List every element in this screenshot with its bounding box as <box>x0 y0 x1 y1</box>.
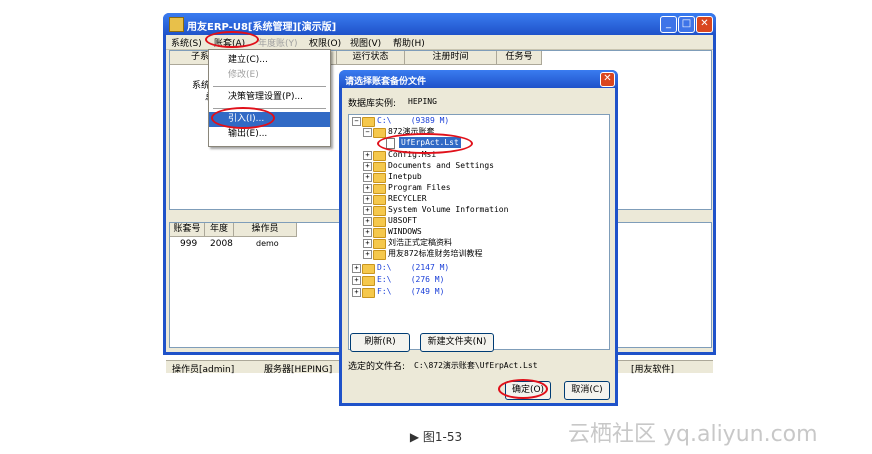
watermark: 云栖社区 yq.aliyun.com <box>568 422 818 447</box>
col-register-time[interactable]: 注册时间 <box>405 51 497 65</box>
tree-folder[interactable]: 用友872标准财务培训教程 <box>388 248 482 259</box>
expand-icon[interactable]: + <box>363 228 372 237</box>
selected-file-path: C:\872演示账套\UfErpAct.Lst <box>414 361 538 370</box>
dialog-title-bar[interactable]: 请选择账套备份文件 ✕ <box>339 70 618 88</box>
expand-icon[interactable]: + <box>363 250 372 259</box>
folder-icon <box>373 173 386 183</box>
tree-folder[interactable]: U8SOFT <box>388 215 417 226</box>
collapse-icon[interactable]: − <box>352 117 361 126</box>
c-drive-name: C:\ <box>377 116 392 125</box>
selected-file-label: 选定的文件名: <box>348 362 406 372</box>
menu-item-create[interactable]: 建立(C)... <box>209 53 330 68</box>
expand-icon[interactable]: + <box>363 195 372 204</box>
col-task-no[interactable]: 任务号 <box>497 51 542 65</box>
maximize-icon[interactable]: □ <box>678 16 695 33</box>
close-icon[interactable]: ✕ <box>696 16 713 33</box>
drive-icon <box>362 264 375 274</box>
tree-folder[interactable]: Documents and Settings <box>388 160 494 171</box>
menu-item-modify[interactable]: 修改(E) <box>209 68 330 83</box>
e-drive-size: (276 M) <box>410 275 445 284</box>
cell-account-no[interactable]: 999 <box>180 239 197 249</box>
tree-folder[interactable]: Program Files <box>388 182 451 193</box>
folder-icon <box>373 239 386 249</box>
refresh-button[interactable]: 刷新(R) <box>350 333 410 352</box>
expand-icon[interactable]: + <box>363 173 372 182</box>
main-window-title: 用友ERP-U8[系统管理][演示版] <box>187 22 337 33</box>
status-operator: 操作员[admin] <box>172 365 235 375</box>
account-menu-dropdown: 建立(C)... 修改(E) 决策管理设置(P)... 引入(I)... 输出(… <box>208 49 331 147</box>
d-drive-size: (2147 M) <box>410 263 450 272</box>
tree-folder[interactable]: Inetpub <box>388 171 422 182</box>
col-operator[interactable]: 操作员 <box>234 223 297 237</box>
highlight-selected-file <box>377 133 473 154</box>
menu-item-decision-settings[interactable]: 决策管理设置(P)... <box>209 90 330 105</box>
e-drive-name: E:\ <box>377 275 392 284</box>
expand-icon[interactable]: + <box>363 217 372 226</box>
drive-icon <box>362 288 375 298</box>
tree-folder[interactable]: RECYCLER <box>388 193 427 204</box>
menu-separator <box>213 86 326 87</box>
folder-icon <box>373 206 386 216</box>
cell-operator[interactable]: demo <box>256 239 279 248</box>
menu-permission[interactable]: 权限(O) <box>309 36 341 49</box>
menu-item-export[interactable]: 输出(E)... <box>209 127 330 142</box>
expand-icon[interactable]: + <box>352 276 361 285</box>
new-folder-button[interactable]: 新建文件夹(N) <box>420 333 494 352</box>
cell-year[interactable]: 2008 <box>210 239 233 249</box>
backup-file-dialog: 请选择账套备份文件 ✕ 数据库实例: HEPING − C:\ (9389 M)… <box>339 70 618 406</box>
tree-folder[interactable]: 刘浩正式定稿资料 <box>388 237 452 248</box>
expand-icon[interactable]: + <box>363 184 372 193</box>
folder-icon <box>373 151 386 161</box>
status-vendor: [用友软件] <box>631 365 675 375</box>
expand-icon[interactable]: + <box>363 151 372 160</box>
menu-help[interactable]: 帮助(H) <box>393 36 425 49</box>
folder-icon <box>373 162 386 172</box>
expand-icon[interactable]: + <box>352 288 361 297</box>
expand-icon[interactable]: + <box>352 264 361 273</box>
tree-folder[interactable]: WINDOWS <box>388 226 422 237</box>
tree-c-drive[interactable]: C:\ (9389 M) <box>377 115 449 126</box>
highlight-menu-account <box>205 31 259 48</box>
tree-folder[interactable]: System Volume Information <box>388 204 508 215</box>
f-drive-name: F:\ <box>377 287 392 296</box>
menu-system[interactable]: 系统(S) <box>171 36 202 49</box>
col-account-no[interactable]: 账套号 <box>170 223 205 237</box>
tree-e-drive[interactable]: E:\ (276 M) <box>377 274 444 285</box>
expand-icon[interactable]: + <box>363 162 372 171</box>
cancel-button[interactable]: 取消(C) <box>564 381 610 400</box>
dialog-close-icon[interactable]: ✕ <box>600 72 615 87</box>
folder-icon <box>373 184 386 194</box>
c-drive-size: (9389 M) <box>410 116 450 125</box>
drive-icon <box>362 117 375 127</box>
folder-icon <box>373 195 386 205</box>
dialog-title: 请选择账套备份文件 <box>345 77 427 87</box>
minimize-icon[interactable]: _ <box>660 16 677 33</box>
col-run-status[interactable]: 运行状态 <box>337 51 405 65</box>
d-drive-name: D:\ <box>377 263 392 272</box>
app-icon <box>169 17 184 32</box>
f-drive-size: (749 M) <box>410 287 445 296</box>
menu-year-account[interactable]: 年度账(Y) <box>258 36 298 49</box>
db-instance-value: HEPING <box>408 97 437 106</box>
highlight-ok-button <box>498 379 548 399</box>
folder-icon <box>373 250 386 260</box>
folder-icon <box>373 228 386 238</box>
expand-icon[interactable]: + <box>363 239 372 248</box>
drive-icon <box>362 276 375 286</box>
expand-icon[interactable]: + <box>363 206 372 215</box>
status-server: 服务器[HEPING] <box>264 365 333 375</box>
db-instance-label: 数据库实例: <box>348 99 397 109</box>
highlight-import <box>211 107 275 129</box>
tree-d-drive[interactable]: D:\ (2147 M) <box>377 262 449 273</box>
dialog-body: 数据库实例: HEPING − C:\ (9389 M) − 872演示账套 U… <box>342 88 615 403</box>
collapse-icon[interactable]: − <box>363 128 372 137</box>
folder-icon <box>373 217 386 227</box>
tree-f-drive[interactable]: F:\ (749 M) <box>377 286 444 297</box>
menu-view[interactable]: 视图(V) <box>350 36 381 49</box>
col-year[interactable]: 年度 <box>205 223 234 237</box>
folder-open-icon <box>373 128 386 138</box>
